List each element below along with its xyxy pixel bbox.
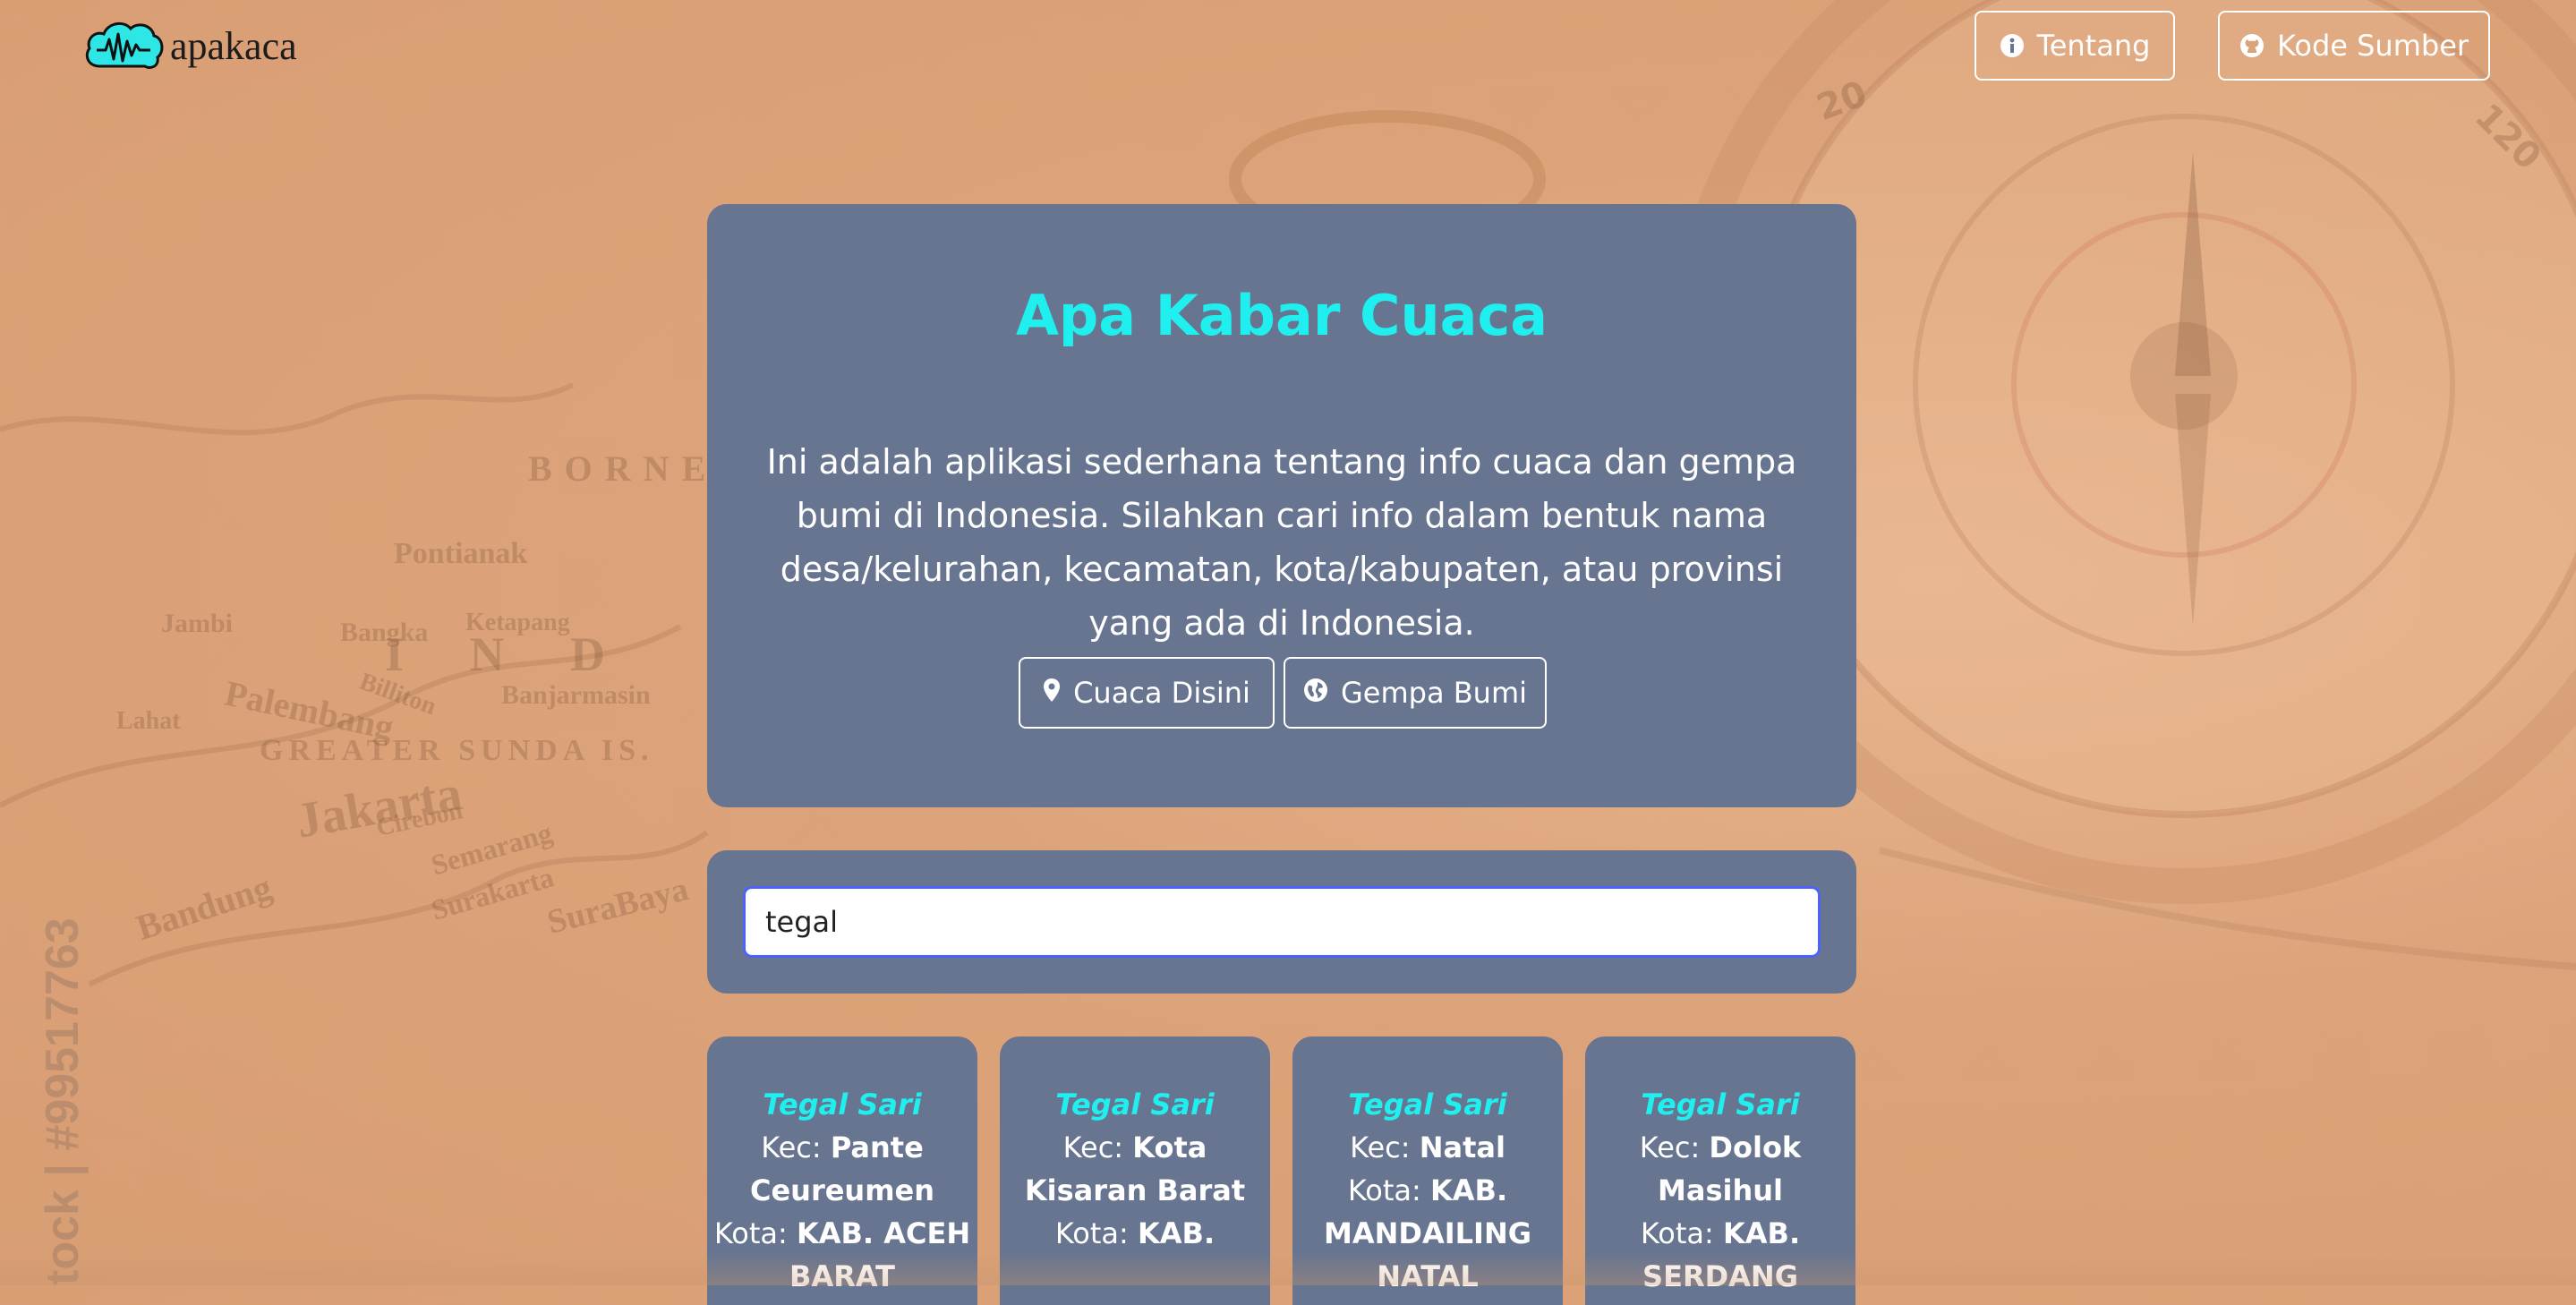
cloud-waveform-icon <box>85 21 164 70</box>
earthquake-label: Gempa Bumi <box>1340 676 1528 710</box>
github-icon <box>2239 33 2265 58</box>
map-label: Pontianak <box>394 537 528 570</box>
weather-here-label: Cuaca Disini <box>1073 676 1250 710</box>
map-label: GREATER SUNDA IS. <box>260 734 654 767</box>
result-card[interactable]: Tegal Sari Kec: Dolok Masihul Kota: KAB.… <box>1585 1036 1855 1305</box>
source-code-button[interactable]: Kode Sumber <box>2218 11 2490 81</box>
source-code-label: Kode Sumber <box>2276 29 2469 63</box>
kecamatan-value: Kota Kisaran Barat <box>1024 1130 1246 1207</box>
map-label: SuraBaya <box>543 870 693 942</box>
about-label: Tentang <box>2036 29 2151 63</box>
kecamatan-prefix: Kec: <box>1062 1130 1133 1164</box>
logo-text: apakaca <box>170 23 297 68</box>
compass-number: 120 <box>2466 96 2549 178</box>
weather-here-button[interactable]: Cuaca Disini <box>1019 657 1275 729</box>
kota-prefix: Kota: <box>1054 1216 1138 1250</box>
kota-prefix: Kota: <box>1347 1173 1430 1207</box>
kecamatan-prefix: Kec: <box>1639 1130 1710 1164</box>
kecamatan-value: Natal <box>1419 1130 1506 1164</box>
stock-watermark: tock | #99517763 <box>37 917 89 1285</box>
map-label: I N D <box>385 627 633 681</box>
kota-value: KAB. ACEH BARAT <box>789 1216 971 1293</box>
kecamatan-prefix: Kec: <box>761 1130 831 1164</box>
about-button[interactable]: Tentang <box>1975 11 2175 81</box>
earthquake-button[interactable]: Gempa Bumi <box>1284 657 1547 729</box>
page-title: Apa Kabar Cuaca <box>1015 283 1548 348</box>
village-name: Tegal Sari <box>1641 1088 1800 1122</box>
location-search-input[interactable] <box>743 886 1821 958</box>
map-marker-icon <box>1043 676 1061 710</box>
village-name: Tegal Sari <box>1055 1088 1215 1122</box>
map-label: Banjarmasin <box>501 680 651 710</box>
result-card[interactable]: Tegal Sari Kec: Natal Kota: KAB. MANDAIL… <box>1292 1036 1563 1305</box>
map-label: Jambi <box>161 609 234 638</box>
result-card[interactable]: Tegal Sari Kec: Kota Kisaran Barat Kota:… <box>1000 1036 1270 1305</box>
search-card <box>707 850 1856 994</box>
bottom-fade <box>0 1253 2576 1285</box>
map-label: Lahat <box>116 707 181 735</box>
village-name: Tegal Sari <box>1348 1088 1507 1122</box>
kota-value: KAB. <box>1137 1216 1215 1250</box>
kota-prefix: Kota: <box>713 1216 797 1250</box>
village-name: Tegal Sari <box>763 1088 922 1122</box>
result-card[interactable]: Tegal Sari Kec: Pante Ceureumen Kota: KA… <box>707 1036 977 1305</box>
globe-icon <box>1303 676 1328 710</box>
info-icon <box>2000 33 2025 58</box>
map-label: Bandung <box>131 866 277 948</box>
kecamatan-prefix: Kec: <box>1350 1130 1420 1164</box>
intro-card: Apa Kabar Cuaca Ini adalah aplikasi sede… <box>707 204 1856 807</box>
kota-prefix: Kota: <box>1640 1216 1723 1250</box>
intro-description: Ini adalah aplikasi sederhana tentang in… <box>766 442 1797 643</box>
logo[interactable]: apakaca <box>82 16 297 75</box>
compass-number: 20 <box>1811 72 1872 130</box>
